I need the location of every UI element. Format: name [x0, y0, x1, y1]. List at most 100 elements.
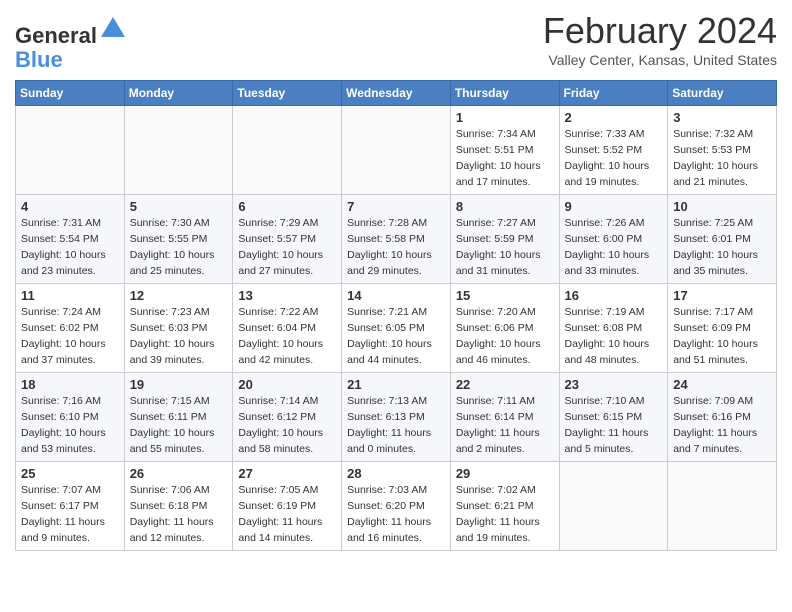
day-number: 18 [21, 377, 119, 392]
logo: General Blue [15, 15, 127, 72]
calendar-cell: 7 Sunrise: 7:28 AMSunset: 5:58 PMDaylight… [342, 195, 451, 284]
day-number: 13 [238, 288, 336, 303]
day-info: Sunrise: 7:19 AMSunset: 6:08 PMDaylight:… [565, 305, 663, 368]
calendar-cell: 13 Sunrise: 7:22 AMSunset: 6:04 PMDayligh… [233, 284, 342, 373]
logo-text: General [15, 15, 127, 48]
day-info: Sunrise: 7:11 AMSunset: 6:14 PMDaylight:… [456, 394, 554, 457]
day-info: Sunrise: 7:05 AMSunset: 6:19 PMDaylight:… [238, 483, 336, 546]
calendar-header: SundayMondayTuesdayWednesdayThursdayFrid… [16, 81, 777, 106]
day-info: Sunrise: 7:02 AMSunset: 6:21 PMDaylight:… [456, 483, 554, 546]
day-number: 2 [565, 110, 663, 125]
day-info: Sunrise: 7:07 AMSunset: 6:17 PMDaylight:… [21, 483, 119, 546]
weekday-header-monday: Monday [124, 81, 233, 106]
day-info: Sunrise: 7:14 AMSunset: 6:12 PMDaylight:… [238, 394, 336, 457]
day-number: 7 [347, 199, 445, 214]
calendar-cell: 26 Sunrise: 7:06 AMSunset: 6:18 PMDayligh… [124, 462, 233, 551]
calendar-week-row: 25 Sunrise: 7:07 AMSunset: 6:17 PMDayligh… [16, 462, 777, 551]
day-info: Sunrise: 7:20 AMSunset: 6:06 PMDaylight:… [456, 305, 554, 368]
calendar-cell [124, 106, 233, 195]
day-number: 6 [238, 199, 336, 214]
day-number: 27 [238, 466, 336, 481]
day-number: 1 [456, 110, 554, 125]
day-info: Sunrise: 7:17 AMSunset: 6:09 PMDaylight:… [673, 305, 771, 368]
calendar-week-row: 11 Sunrise: 7:24 AMSunset: 6:02 PMDayligh… [16, 284, 777, 373]
day-number: 29 [456, 466, 554, 481]
day-info: Sunrise: 7:23 AMSunset: 6:03 PMDaylight:… [130, 305, 228, 368]
logo-text-blue: Blue [15, 48, 127, 72]
calendar-cell: 8 Sunrise: 7:27 AMSunset: 5:59 PMDaylight… [450, 195, 559, 284]
day-number: 23 [565, 377, 663, 392]
calendar-cell: 5 Sunrise: 7:30 AMSunset: 5:55 PMDaylight… [124, 195, 233, 284]
calendar-cell: 3 Sunrise: 7:32 AMSunset: 5:53 PMDaylight… [668, 106, 777, 195]
day-number: 14 [347, 288, 445, 303]
calendar-cell: 24Sunrise: 7:09 AMSunset: 6:16 PMDayligh… [668, 373, 777, 462]
calendar-cell: 11 Sunrise: 7:24 AMSunset: 6:02 PMDayligh… [16, 284, 125, 373]
day-number: 28 [347, 466, 445, 481]
weekday-header-friday: Friday [559, 81, 668, 106]
day-info: Sunrise: 7:06 AMSunset: 6:18 PMDaylight:… [130, 483, 228, 546]
calendar-cell [559, 462, 668, 551]
month-title: February 2024 [543, 10, 777, 52]
calendar-cell: 16Sunrise: 7:19 AMSunset: 6:08 PMDayligh… [559, 284, 668, 373]
day-info: Sunrise: 7:34 AMSunset: 5:51 PMDaylight:… [456, 127, 554, 190]
weekday-header-sunday: Sunday [16, 81, 125, 106]
weekday-header-row: SundayMondayTuesdayWednesdayThursdayFrid… [16, 81, 777, 106]
day-info: Sunrise: 7:10 AMSunset: 6:15 PMDaylight:… [565, 394, 663, 457]
calendar-cell: 27 Sunrise: 7:05 AMSunset: 6:19 PMDayligh… [233, 462, 342, 551]
day-info: Sunrise: 7:30 AMSunset: 5:55 PMDaylight:… [130, 216, 228, 279]
day-number: 4 [21, 199, 119, 214]
day-number: 17 [673, 288, 771, 303]
day-info: Sunrise: 7:25 AMSunset: 6:01 PMDaylight:… [673, 216, 771, 279]
weekday-header-tuesday: Tuesday [233, 81, 342, 106]
day-info: Sunrise: 7:22 AMSunset: 6:04 PMDaylight:… [238, 305, 336, 368]
day-number: 9 [565, 199, 663, 214]
day-info: Sunrise: 7:21 AMSunset: 6:05 PMDaylight:… [347, 305, 445, 368]
calendar-cell: 15 Sunrise: 7:20 AMSunset: 6:06 PMDayligh… [450, 284, 559, 373]
calendar-cell: 1 Sunrise: 7:34 AMSunset: 5:51 PMDaylight… [450, 106, 559, 195]
day-info: Sunrise: 7:13 AMSunset: 6:13 PMDaylight:… [347, 394, 445, 457]
calendar-table: SundayMondayTuesdayWednesdayThursdayFrid… [15, 80, 777, 551]
calendar-week-row: 1 Sunrise: 7:34 AMSunset: 5:51 PMDaylight… [16, 106, 777, 195]
day-info: Sunrise: 7:27 AMSunset: 5:59 PMDaylight:… [456, 216, 554, 279]
day-number: 19 [130, 377, 228, 392]
day-number: 8 [456, 199, 554, 214]
calendar-week-row: 4 Sunrise: 7:31 AMSunset: 5:54 PMDaylight… [16, 195, 777, 284]
weekday-header-saturday: Saturday [668, 81, 777, 106]
calendar-cell: 2Sunrise: 7:33 AMSunset: 5:52 PMDaylight… [559, 106, 668, 195]
day-number: 15 [456, 288, 554, 303]
day-number: 25 [21, 466, 119, 481]
day-number: 11 [21, 288, 119, 303]
day-number: 3 [673, 110, 771, 125]
day-info: Sunrise: 7:31 AMSunset: 5:54 PMDaylight:… [21, 216, 119, 279]
calendar-cell: 9 Sunrise: 7:26 AMSunset: 6:00 PMDaylight… [559, 195, 668, 284]
day-number: 10 [673, 199, 771, 214]
calendar-cell [668, 462, 777, 551]
location-subtitle: Valley Center, Kansas, United States [543, 52, 777, 68]
day-number: 24 [673, 377, 771, 392]
calendar-cell: 12Sunrise: 7:23 AMSunset: 6:03 PMDayligh… [124, 284, 233, 373]
calendar-cell: 22 Sunrise: 7:11 AMSunset: 6:14 PMDayligh… [450, 373, 559, 462]
calendar-cell: 25 Sunrise: 7:07 AMSunset: 6:17 PMDayligh… [16, 462, 125, 551]
day-number: 20 [238, 377, 336, 392]
title-block: February 2024 Valley Center, Kansas, Uni… [543, 10, 777, 68]
calendar-cell: 23 Sunrise: 7:10 AMSunset: 6:15 PMDayligh… [559, 373, 668, 462]
calendar-cell [233, 106, 342, 195]
day-info: Sunrise: 7:24 AMSunset: 6:02 PMDaylight:… [21, 305, 119, 368]
calendar-cell: 6Sunrise: 7:29 AMSunset: 5:57 PMDaylight… [233, 195, 342, 284]
calendar-cell: 21 Sunrise: 7:13 AMSunset: 6:13 PMDayligh… [342, 373, 451, 462]
day-info: Sunrise: 7:28 AMSunset: 5:58 PMDaylight:… [347, 216, 445, 279]
day-number: 26 [130, 466, 228, 481]
calendar-cell: 19 Sunrise: 7:15 AMSunset: 6:11 PMDayligh… [124, 373, 233, 462]
logo-icon [99, 15, 127, 43]
calendar-cell: 29 Sunrise: 7:02 AMSunset: 6:21 PMDayligh… [450, 462, 559, 551]
calendar-body: 1 Sunrise: 7:34 AMSunset: 5:51 PMDaylight… [16, 106, 777, 551]
weekday-header-wednesday: Wednesday [342, 81, 451, 106]
day-number: 22 [456, 377, 554, 392]
day-number: 21 [347, 377, 445, 392]
calendar-cell [16, 106, 125, 195]
day-info: Sunrise: 7:32 AMSunset: 5:53 PMDaylight:… [673, 127, 771, 190]
day-info: Sunrise: 7:26 AMSunset: 6:00 PMDaylight:… [565, 216, 663, 279]
day-number: 5 [130, 199, 228, 214]
day-info: Sunrise: 7:15 AMSunset: 6:11 PMDaylight:… [130, 394, 228, 457]
calendar-cell: 17 Sunrise: 7:17 AMSunset: 6:09 PMDayligh… [668, 284, 777, 373]
